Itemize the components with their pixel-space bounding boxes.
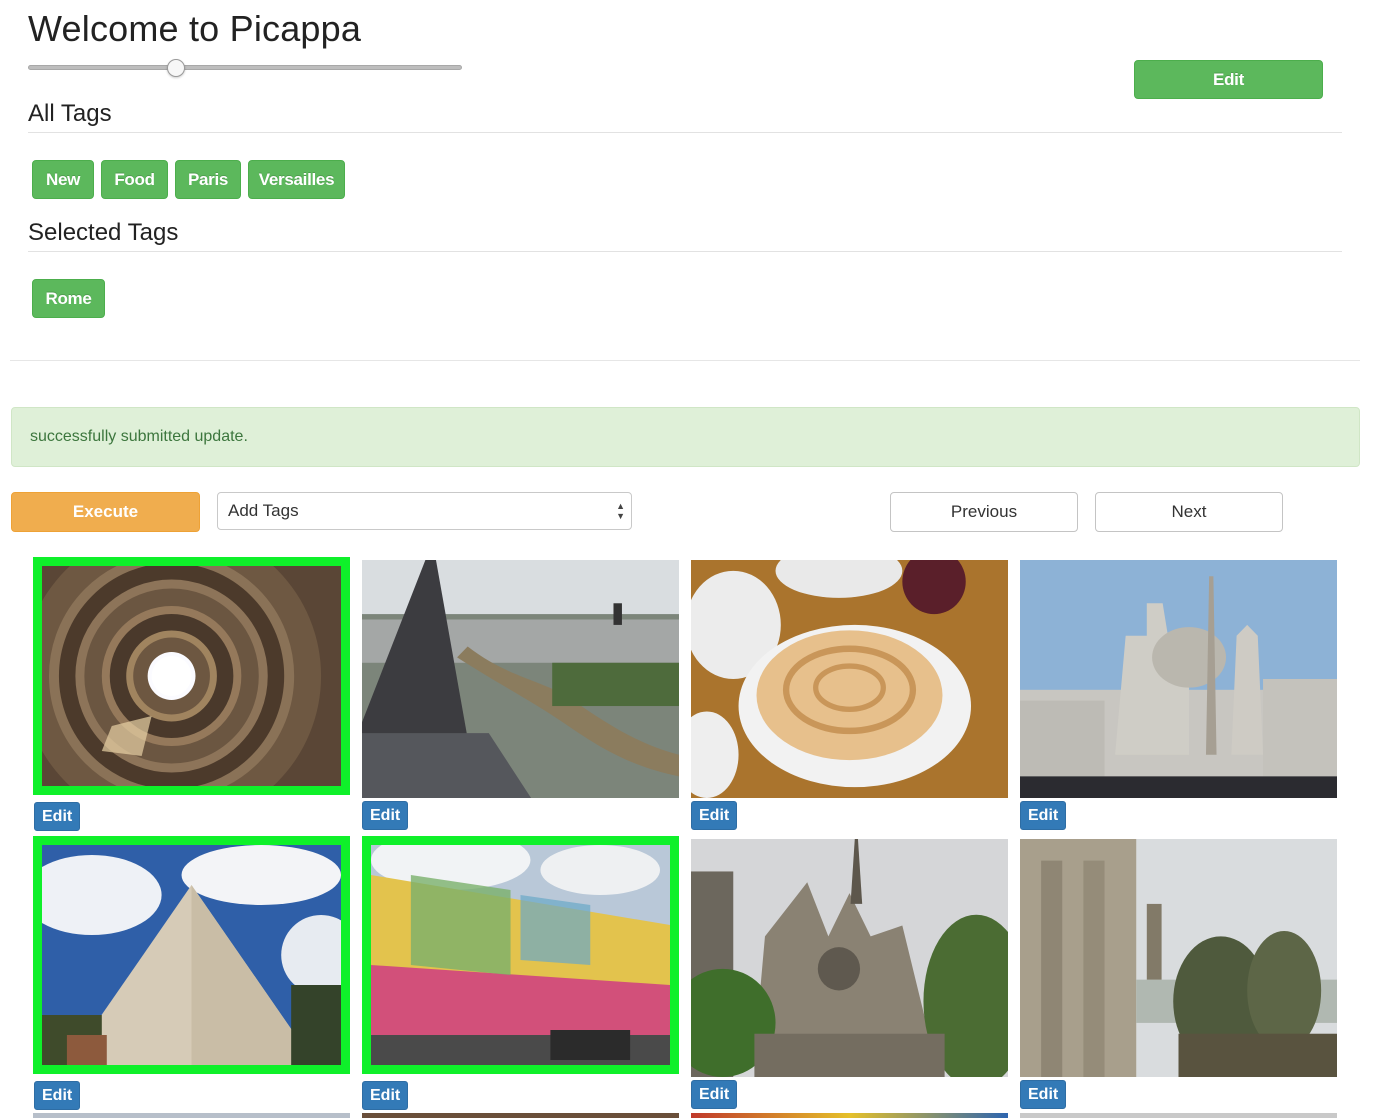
photo-image — [42, 566, 341, 786]
selected-tag-rome[interactable]: Rome — [32, 279, 105, 318]
edit-button[interactable]: Edit — [1134, 60, 1323, 99]
select-arrows-icon: ▲ ▼ — [616, 501, 625, 521]
page-title: Welcome to Picappa — [28, 8, 362, 49]
photo-piazza-navona[interactable] — [1020, 560, 1337, 798]
photo-image — [1020, 839, 1337, 1077]
photo-notre-dame-facade[interactable] — [691, 839, 1008, 1077]
photo-edit-button[interactable]: Edit — [691, 1080, 738, 1109]
photo-gargoyle[interactable] — [1020, 839, 1337, 1077]
photo-edit-button[interactable]: Edit — [1020, 801, 1067, 830]
action-select[interactable]: Add Tags ▲ ▼ — [217, 492, 632, 530]
action-select-value: Add Tags — [228, 501, 299, 520]
photo-partial[interactable] — [33, 1113, 350, 1118]
photo-image — [691, 839, 1008, 1077]
zoom-slider-track[interactable] — [28, 65, 462, 70]
photo-partial[interactable] — [1020, 1113, 1337, 1118]
divider — [28, 132, 1342, 133]
all-tags-heading: All Tags — [28, 100, 112, 127]
photo-crepe-plate[interactable] — [691, 560, 1008, 798]
photo-pantheon-dome[interactable] — [33, 557, 350, 795]
photo-edit-button[interactable]: Edit — [34, 802, 81, 831]
photo-pyramid-cestius[interactable] — [33, 836, 350, 1074]
photo-edit-button[interactable]: Edit — [1020, 1080, 1067, 1109]
photo-partial[interactable] — [362, 1113, 679, 1118]
photo-edit-button[interactable]: Edit — [362, 1081, 409, 1110]
photo-image — [691, 560, 1008, 798]
selected-tags-heading: Selected Tags — [28, 219, 179, 246]
photo-edit-button[interactable]: Edit — [34, 1081, 81, 1110]
photo-painted-building[interactable] — [362, 836, 679, 1074]
photo-image — [362, 560, 679, 798]
previous-button[interactable]: Previous — [890, 492, 1078, 532]
success-alert: successfully submitted update. — [11, 407, 1360, 467]
alert-message: successfully submitted update. — [30, 428, 248, 445]
zoom-slider-thumb[interactable] — [166, 59, 185, 77]
photo-image — [1020, 560, 1337, 798]
photo-image — [42, 845, 341, 1065]
next-button[interactable]: Next — [1095, 492, 1283, 532]
photo-partial[interactable] — [691, 1113, 1008, 1118]
tag-versailles[interactable]: Versailles — [248, 160, 345, 199]
photo-image — [371, 845, 670, 1065]
divider — [28, 251, 1342, 252]
tag-paris[interactable]: Paris — [175, 160, 241, 199]
photo-paris-river-view[interactable] — [362, 560, 679, 798]
photo-edit-button[interactable]: Edit — [362, 801, 409, 830]
tag-food[interactable]: Food — [101, 160, 168, 199]
execute-button[interactable]: Execute — [11, 492, 200, 532]
section-divider — [10, 360, 1360, 361]
tag-new[interactable]: New — [32, 160, 94, 199]
photo-edit-button[interactable]: Edit — [691, 801, 738, 830]
